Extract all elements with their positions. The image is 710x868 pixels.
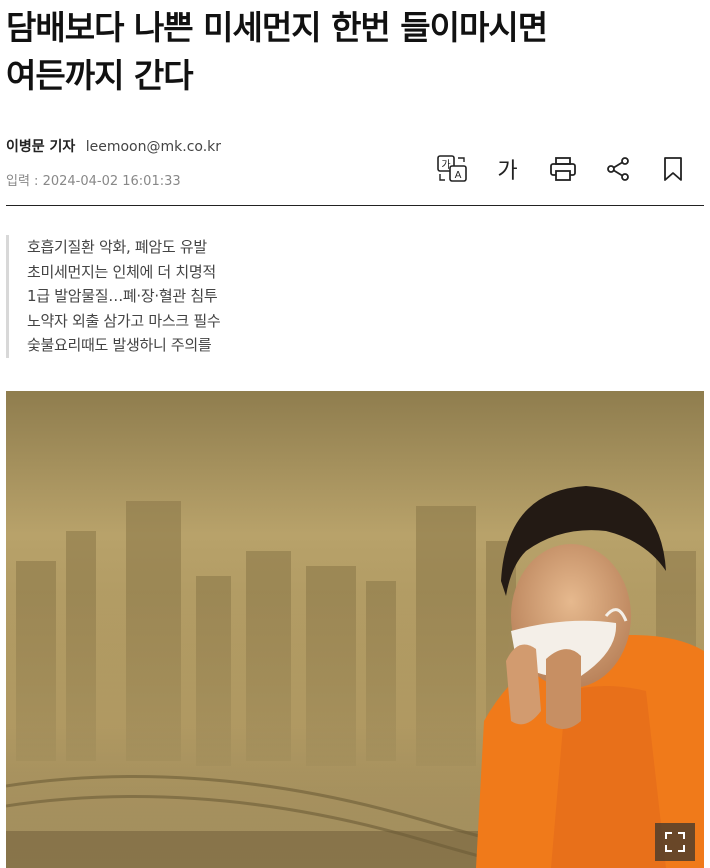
headline-line-1: 담배보다 나쁜 미세먼지 한번 들이마시면	[6, 8, 548, 47]
publish-date: 입력 : 2024-04-02 16:01:33	[6, 170, 181, 189]
summary-line: 숯불요리때도 발생하니 주의를	[27, 336, 212, 354]
print-button[interactable]	[535, 152, 590, 186]
svg-text:A: A	[454, 170, 461, 181]
translate-button[interactable]: 가 A	[425, 152, 480, 186]
summary-line: 1급 발암물질…폐·장·혈관 침투	[27, 287, 218, 305]
expand-image-button[interactable]	[655, 823, 695, 861]
article-headline: 담배보다 나쁜 미세먼지 한번 들이마시면 여든까지 간다	[6, 4, 696, 100]
share-icon	[606, 157, 629, 181]
date-value: 2024-04-02 16:01:33	[42, 174, 181, 189]
share-button[interactable]	[590, 152, 645, 186]
translate-icon: 가 A	[436, 155, 467, 182]
print-icon	[549, 157, 576, 181]
expand-icon	[665, 832, 685, 852]
article-toolbar: 가 A 가	[425, 152, 700, 186]
bookmark-button[interactable]	[645, 152, 700, 186]
font-size-label: 가	[497, 159, 518, 184]
byline: 이병문 기자 leemoon@mk.co.kr	[6, 136, 221, 156]
reporter-email[interactable]: leemoon@mk.co.kr	[86, 139, 221, 155]
smog-city-image	[6, 391, 704, 868]
date-label: 입력 :	[6, 174, 39, 189]
summary-line: 노약자 외출 삼가고 마스크 필수	[27, 311, 221, 330]
headline-line-2: 여든까지 간다	[6, 56, 194, 95]
reporter-name[interactable]: 이병문 기자	[6, 139, 75, 155]
summary-line: 초미세먼지는 인체에 더 치명적	[27, 262, 216, 281]
font-size-button[interactable]: 가	[480, 152, 535, 186]
article-photo[interactable]	[6, 391, 704, 868]
header-divider	[6, 205, 704, 206]
summary-line: 호흡기질환 악화, 폐암도 유발	[27, 238, 207, 256]
bookmark-icon	[663, 157, 682, 181]
article-summary: 호흡기질환 악화, 폐암도 유발 초미세먼지는 인체에 더 치명적 1급 발암물…	[6, 235, 221, 358]
